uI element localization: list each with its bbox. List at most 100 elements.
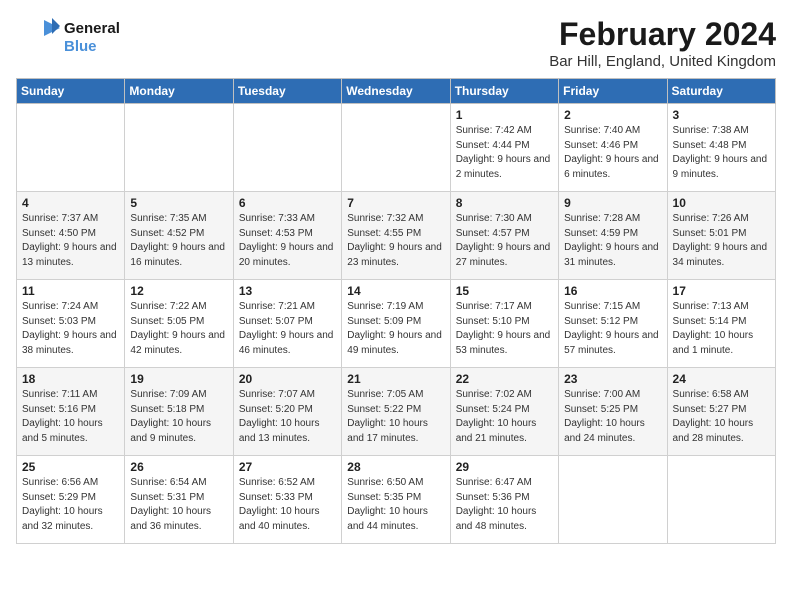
day-number: 9 [564,196,661,210]
day-number: 10 [673,196,770,210]
day-detail: Sunrise: 7:37 AM Sunset: 4:50 PM Dayligh… [22,212,119,270]
page-header: GeneralBlue February 2024 Bar Hill, Engl… [16,16,776,70]
day-cell-1: 1Sunrise: 7:42 AM Sunset: 4:44 PM Daylig… [450,104,558,192]
day-cell-23: 23 Sunrise: 7:00 AM Sunset: 5:25 PM Dayli… [559,368,667,456]
day-cell-5: 5 Sunrise: 7:35 AM Sunset: 4:52 PM Daylig… [125,192,233,280]
day-detail: Sunrise: 7:35 AM Sunset: 4:52 PM Dayligh… [130,212,227,270]
day-number: 25 [22,460,119,474]
day-number: 13 [239,284,336,298]
day-number: 11 [22,284,119,298]
day-detail: Sunrise: 7:17 AM Sunset: 5:10 PM Dayligh… [456,300,553,358]
day-cell-empty [342,104,450,192]
day-detail: Sunrise: 7:33 AM Sunset: 4:53 PM Dayligh… [239,212,336,270]
day-cell-empty [667,456,775,544]
day-cell-27: 27 Sunrise: 6:52 AM Sunset: 5:33 PM Dayli… [233,456,341,544]
day-cell-24: 24Sunrise: 6:58 AM Sunset: 5:27 PM Dayli… [667,368,775,456]
day-number: 8 [456,196,553,210]
day-cell-9: 9Sunrise: 7:28 AM Sunset: 4:59 PM Daylig… [559,192,667,280]
day-cell-17: 17 Sunrise: 7:13 AM Sunset: 5:14 PM Dayli… [667,280,775,368]
day-detail: Sunrise: 6:47 AM Sunset: 5:36 PM Dayligh… [456,476,553,534]
day-cell-12: 12 Sunrise: 7:22 AM Sunset: 5:05 PM Dayli… [125,280,233,368]
header-cell-wednesday: Wednesday [342,79,450,104]
day-number: 23 [564,372,661,386]
day-number: 14 [347,284,444,298]
day-detail: Sunrise: 6:58 AM Sunset: 5:27 PM Dayligh… [673,388,770,446]
day-detail: Sunrise: 7:21 AM Sunset: 5:07 PM Dayligh… [239,300,336,358]
header-row: SundayMondayTuesdayWednesdayThursdayFrid… [17,79,776,104]
day-cell-21: 21Sunrise: 7:05 AM Sunset: 5:22 PM Dayli… [342,368,450,456]
logo-text: GeneralBlue [64,20,120,56]
day-cell-26: 26 Sunrise: 6:54 AM Sunset: 5:31 PM Dayli… [125,456,233,544]
day-detail: Sunrise: 7:32 AM Sunset: 4:55 PM Dayligh… [347,212,444,270]
header-cell-monday: Monday [125,79,233,104]
day-cell-6: 6 Sunrise: 7:33 AM Sunset: 4:53 PM Daylig… [233,192,341,280]
day-cell-13: 13 Sunrise: 7:21 AM Sunset: 5:07 PM Dayli… [233,280,341,368]
day-cell-empty [17,104,125,192]
header-cell-thursday: Thursday [450,79,558,104]
day-detail: Sunrise: 7:11 AM Sunset: 5:16 PM Dayligh… [22,388,119,446]
day-cell-29: 29 Sunrise: 6:47 AM Sunset: 5:36 PM Dayli… [450,456,558,544]
logo-svg [16,16,60,60]
day-detail: Sunrise: 6:50 AM Sunset: 5:35 PM Dayligh… [347,476,444,534]
day-detail: Sunrise: 7:07 AM Sunset: 5:20 PM Dayligh… [239,388,336,446]
day-detail: Sunrise: 7:22 AM Sunset: 5:05 PM Dayligh… [130,300,227,358]
day-number: 2 [564,108,661,122]
day-cell-empty [559,456,667,544]
day-cell-25: 25 Sunrise: 6:56 AM Sunset: 5:29 PM Dayli… [17,456,125,544]
day-cell-10: 10 Sunrise: 7:26 AM Sunset: 5:01 PM Dayli… [667,192,775,280]
title-block: February 2024 Bar Hill, England, United … [549,16,776,70]
day-cell-20: 20 Sunrise: 7:07 AM Sunset: 5:20 PM Dayli… [233,368,341,456]
day-number: 19 [130,372,227,386]
day-number: 3 [673,108,770,122]
day-cell-2: 2 Sunrise: 7:40 AM Sunset: 4:46 PM Daylig… [559,104,667,192]
day-cell-11: 11 Sunrise: 7:24 AM Sunset: 5:03 PM Dayli… [17,280,125,368]
day-detail: Sunrise: 7:19 AM Sunset: 5:09 PM Dayligh… [347,300,444,358]
day-cell-14: 14 Sunrise: 7:19 AM Sunset: 5:09 PM Dayli… [342,280,450,368]
day-detail: Sunrise: 7:13 AM Sunset: 5:14 PM Dayligh… [673,300,770,358]
day-detail: Sunrise: 6:54 AM Sunset: 5:31 PM Dayligh… [130,476,227,534]
day-number: 5 [130,196,227,210]
day-detail: Sunrise: 6:56 AM Sunset: 5:29 PM Dayligh… [22,476,119,534]
day-cell-8: 8 Sunrise: 7:30 AM Sunset: 4:57 PM Daylig… [450,192,558,280]
day-detail: Sunrise: 7:26 AM Sunset: 5:01 PM Dayligh… [673,212,770,270]
day-detail: Sunrise: 7:09 AM Sunset: 5:18 PM Dayligh… [130,388,227,446]
day-cell-15: 15Sunrise: 7:17 AM Sunset: 5:10 PM Dayli… [450,280,558,368]
day-cell-empty [125,104,233,192]
week-row-1: 1Sunrise: 7:42 AM Sunset: 4:44 PM Daylig… [17,104,776,192]
day-number: 16 [564,284,661,298]
day-detail: Sunrise: 7:40 AM Sunset: 4:46 PM Dayligh… [564,124,661,182]
day-cell-7: 7 Sunrise: 7:32 AM Sunset: 4:55 PM Daylig… [342,192,450,280]
calendar-table: SundayMondayTuesdayWednesdayThursdayFrid… [16,78,776,544]
day-number: 18 [22,372,119,386]
day-detail: Sunrise: 7:00 AM Sunset: 5:25 PM Dayligh… [564,388,661,446]
location-title: Bar Hill, England, United Kingdom [549,53,776,70]
day-number: 29 [456,460,553,474]
day-number: 7 [347,196,444,210]
day-cell-16: 16 Sunrise: 7:15 AM Sunset: 5:12 PM Dayli… [559,280,667,368]
day-cell-19: 19 Sunrise: 7:09 AM Sunset: 5:18 PM Dayli… [125,368,233,456]
header-cell-saturday: Saturday [667,79,775,104]
day-cell-28: 28Sunrise: 6:50 AM Sunset: 5:35 PM Dayli… [342,456,450,544]
header-cell-friday: Friday [559,79,667,104]
logo: GeneralBlue [16,16,120,60]
week-row-2: 4 Sunrise: 7:37 AM Sunset: 4:50 PM Daylig… [17,192,776,280]
day-detail: Sunrise: 7:24 AM Sunset: 5:03 PM Dayligh… [22,300,119,358]
day-cell-empty [233,104,341,192]
day-cell-18: 18 Sunrise: 7:11 AM Sunset: 5:16 PM Dayli… [17,368,125,456]
week-row-5: 25 Sunrise: 6:56 AM Sunset: 5:29 PM Dayli… [17,456,776,544]
day-number: 12 [130,284,227,298]
day-number: 4 [22,196,119,210]
day-number: 26 [130,460,227,474]
day-detail: Sunrise: 7:15 AM Sunset: 5:12 PM Dayligh… [564,300,661,358]
day-number: 27 [239,460,336,474]
day-cell-3: 3Sunrise: 7:38 AM Sunset: 4:48 PM Daylig… [667,104,775,192]
day-number: 6 [239,196,336,210]
day-number: 21 [347,372,444,386]
day-detail: Sunrise: 7:02 AM Sunset: 5:24 PM Dayligh… [456,388,553,446]
day-detail: Sunrise: 6:52 AM Sunset: 5:33 PM Dayligh… [239,476,336,534]
day-cell-4: 4 Sunrise: 7:37 AM Sunset: 4:50 PM Daylig… [17,192,125,280]
day-number: 20 [239,372,336,386]
day-detail: Sunrise: 7:30 AM Sunset: 4:57 PM Dayligh… [456,212,553,270]
day-number: 17 [673,284,770,298]
week-row-3: 11 Sunrise: 7:24 AM Sunset: 5:03 PM Dayli… [17,280,776,368]
